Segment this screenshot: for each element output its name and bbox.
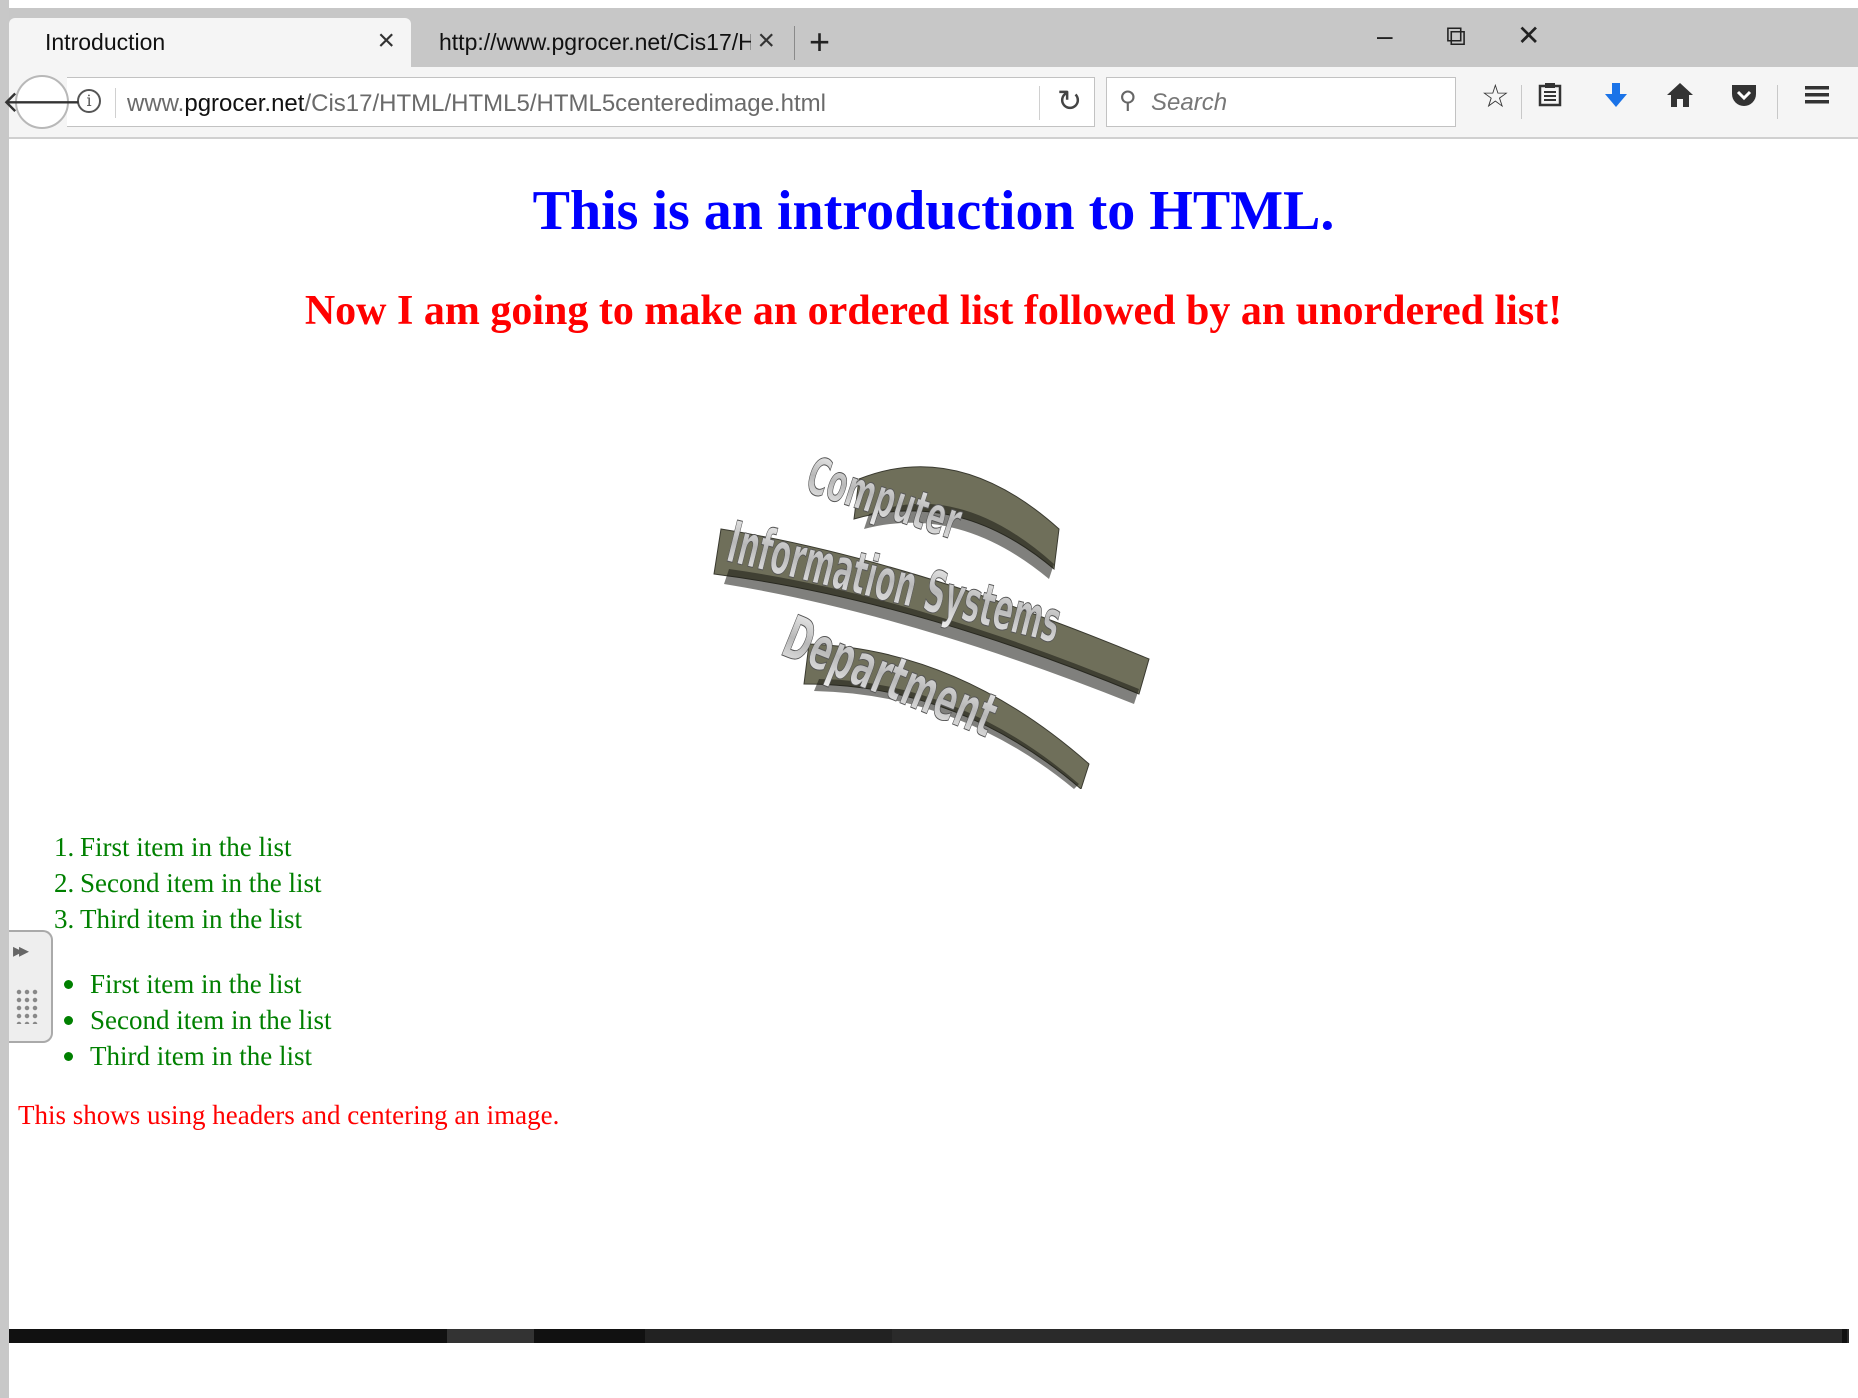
url-text[interactable]: www.pgrocer.net/Cis17/HTML/HTML5/HTML5ce… [127, 90, 826, 118]
tab-close-icon[interactable]: × [377, 26, 395, 56]
bullet-icon [64, 1016, 73, 1026]
hamburger-menu-icon[interactable] [1802, 80, 1832, 115]
list-item-text: Second item in the list [80, 868, 322, 898]
restore-button[interactable]: ⧉ [1446, 22, 1466, 50]
cis-department-logo-image: Computer Information Systems Department [709, 419, 1169, 790]
list-number: 1. [54, 832, 75, 862]
expand-arrows-icon: ▸▸ [13, 940, 29, 962]
list-item-text: First item in the list [90, 969, 302, 999]
close-window-button[interactable]: ✕ [1517, 22, 1540, 50]
reading-list-icon[interactable] [1535, 80, 1565, 115]
bullet-icon [64, 1052, 73, 1062]
taskbar-strip [9, 1329, 1849, 1343]
bookmark-star-icon[interactable]: ☆ [1481, 80, 1510, 112]
list-item: 1. First item in the list [54, 829, 321, 865]
pocket-icon[interactable] [1729, 80, 1759, 115]
reload-icon[interactable]: ↻ [1057, 84, 1082, 119]
tab-title: Introduction [45, 29, 166, 55]
tab-introduction[interactable]: Introduction × [9, 18, 411, 67]
taskbar-segment [645, 1329, 892, 1343]
window-left-edge [0, 0, 9, 1398]
list-item: 3. Third item in the list [54, 901, 321, 937]
page-heading: This is an introduction to HTML. [532, 180, 1335, 242]
tab-close-icon[interactable]: × [757, 26, 775, 56]
taskbar-edge [1842, 1329, 1847, 1343]
url-host: pgrocer.net [184, 90, 305, 117]
url-bar[interactable]: i www.pgrocer.net/Cis17/HTML/HTML5/HTML5… [67, 77, 1095, 127]
new-tab-button[interactable]: + [809, 24, 830, 60]
navigation-toolbar: i www.pgrocer.net/Cis17/HTML/HTML5/HTML5… [2, 67, 1858, 139]
list-item-text: First item in the list [80, 832, 292, 862]
bullet-icon [64, 980, 73, 990]
list-number: 3. [54, 904, 75, 934]
list-item: Third item in the list [54, 1038, 331, 1074]
ordered-list: 1. First item in the list 2. Second item i… [54, 829, 321, 937]
tab-divider [794, 26, 795, 60]
url-divider [1039, 86, 1040, 120]
tab-strip: Introduction × http://www.pgrocer.net/Ci… [9, 8, 1858, 67]
toolbar-divider [1777, 85, 1778, 119]
list-item: Second item in the list [54, 1002, 331, 1038]
list-item: 2. Second item in the list [54, 865, 321, 901]
window-top-edge [0, 0, 1858, 8]
back-arrow-icon: 🡐 [1, 86, 83, 119]
url-path: /Cis17/HTML/HTML5/HTML5centeredimage.htm… [304, 90, 826, 117]
toolbar-divider [1521, 85, 1522, 119]
search-bar[interactable]: ⚲ Search [1106, 77, 1456, 127]
list-item: First item in the list [54, 966, 331, 1002]
taskbar-segment [447, 1329, 534, 1343]
unordered-list: First item in the list Second item in th… [54, 966, 331, 1074]
list-item-text: Second item in the list [90, 1005, 332, 1035]
search-icon: ⚲ [1119, 87, 1137, 114]
page-subheading: Now I am going to make an ordered list f… [304, 288, 1563, 334]
back-button[interactable]: 🡐 [2, 75, 82, 129]
list-number: 2. [54, 868, 75, 898]
sidebar-toggle-handle[interactable]: ▸▸ [9, 930, 53, 1043]
taskbar-segment [892, 1329, 1849, 1343]
tab-pgrocer[interactable]: http://www.pgrocer.net/Cis17/HTML/HTML5/… [419, 18, 789, 67]
list-item-text: Third item in the list [90, 1041, 312, 1071]
url-prefix: www. [127, 90, 185, 117]
url-divider [115, 88, 116, 118]
tab-title: http://www.pgrocer.net/Cis17/HTML/HTML5/… [439, 29, 751, 55]
page-content: This is an introduction to HTML. Now I a… [9, 139, 1858, 1319]
list-item-text: Third item in the list [80, 904, 302, 934]
downloads-arrow-icon[interactable] [1601, 80, 1631, 115]
minimize-button[interactable]: – [1377, 22, 1393, 50]
home-icon[interactable] [1665, 80, 1695, 115]
grip-dots-icon [15, 988, 39, 1024]
footer-paragraph: This shows using headers and centering a… [18, 1100, 560, 1130]
search-placeholder: Search [1151, 89, 1228, 116]
